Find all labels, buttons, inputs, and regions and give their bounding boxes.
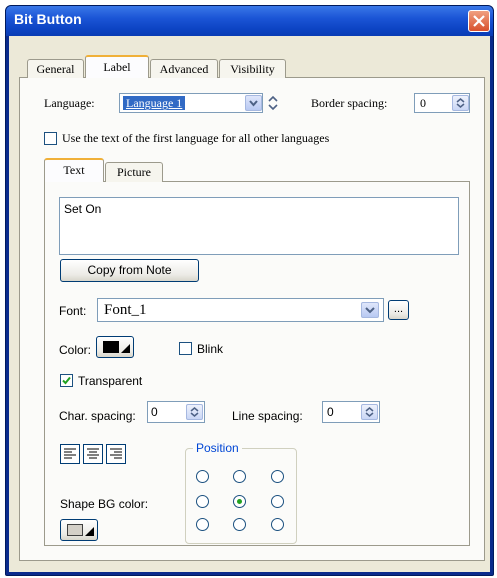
close-button[interactable]: [468, 10, 490, 32]
position-middle-right-radio[interactable]: [271, 495, 284, 508]
position-top-right-radio[interactable]: [271, 470, 284, 483]
spin-icon[interactable]: [452, 95, 469, 111]
line-spacing-label: Line spacing:: [232, 409, 303, 423]
font-label: Font:: [59, 304, 87, 318]
language-select[interactable]: Language 1: [119, 93, 263, 113]
label-text-area[interactable]: Set On: [59, 197, 459, 255]
position-bottom-center-radio[interactable]: [233, 518, 246, 531]
shape-bg-swatch: [67, 524, 83, 536]
align-center-icon: [87, 448, 99, 459]
blink-checkbox[interactable]: [179, 342, 192, 355]
tab-general[interactable]: General: [27, 59, 84, 78]
check-mark-icon: [62, 376, 71, 385]
align-right-button[interactable]: [106, 444, 126, 464]
spin-icon[interactable]: [186, 404, 203, 420]
dropdown-triangle-icon: [85, 527, 94, 536]
dialog-title: Bit Button: [14, 11, 82, 27]
language-spinner[interactable]: [266, 93, 280, 113]
position-bottom-left-radio[interactable]: [196, 518, 209, 531]
radio-selected-dot: [237, 499, 242, 504]
chevron-down-icon[interactable]: [361, 302, 379, 318]
use-first-language-label: Use the text of the first language for a…: [62, 131, 330, 145]
tab-advanced[interactable]: Advanced: [150, 59, 218, 78]
position-label: Position: [193, 441, 242, 455]
shape-bg-color-button[interactable]: [60, 519, 98, 541]
align-right-icon: [110, 448, 122, 459]
color-label: Color:: [59, 343, 92, 357]
language-value: Language 1: [123, 96, 186, 110]
label-text-value: Set On: [64, 202, 102, 216]
blink-label: Blink: [197, 342, 224, 356]
use-first-language-checkbox[interactable]: [44, 132, 57, 145]
tab-visibility[interactable]: Visibility: [219, 59, 286, 78]
subtab-text[interactable]: Text: [44, 158, 104, 182]
align-left-button[interactable]: [60, 444, 80, 464]
char-spacing-label: Char. spacing:: [59, 409, 136, 423]
align-center-button[interactable]: [83, 444, 103, 464]
copy-from-note-button[interactable]: Copy from Note: [60, 259, 199, 282]
font-value: Font_1: [104, 302, 147, 318]
close-icon: [473, 15, 485, 27]
line-spacing-input[interactable]: 0: [322, 401, 380, 423]
border-spacing-label: Border spacing:: [311, 96, 388, 110]
line-spacing-value: 0: [327, 405, 334, 419]
position-top-left-radio[interactable]: [196, 470, 209, 483]
subtab-picture[interactable]: Picture: [105, 162, 163, 182]
align-left-icon: [64, 448, 76, 459]
font-browse-button[interactable]: ...: [388, 300, 409, 320]
tab-label[interactable]: Label: [85, 55, 149, 78]
chevron-down-icon[interactable]: [245, 95, 262, 111]
border-spacing-value: 0: [420, 96, 426, 110]
transparent-label: Transparent: [78, 374, 143, 388]
font-select[interactable]: Font_1: [97, 298, 384, 322]
color-picker-button[interactable]: [96, 336, 134, 358]
position-bottom-right-radio[interactable]: [271, 518, 284, 531]
shape-bg-color-label: Shape BG color:: [60, 497, 149, 511]
position-top-center-radio[interactable]: [233, 470, 246, 483]
dropdown-triangle-icon: [121, 344, 130, 353]
transparent-checkbox[interactable]: [60, 374, 73, 387]
char-spacing-input[interactable]: 0: [147, 401, 205, 423]
position-middle-left-radio[interactable]: [196, 495, 209, 508]
border-spacing-input[interactable]: 0: [414, 93, 470, 113]
language-label: Language:: [44, 96, 95, 110]
color-swatch: [103, 341, 119, 353]
char-spacing-value: 0: [151, 405, 158, 419]
spin-icon[interactable]: [361, 404, 378, 420]
position-center-radio[interactable]: [233, 495, 246, 508]
